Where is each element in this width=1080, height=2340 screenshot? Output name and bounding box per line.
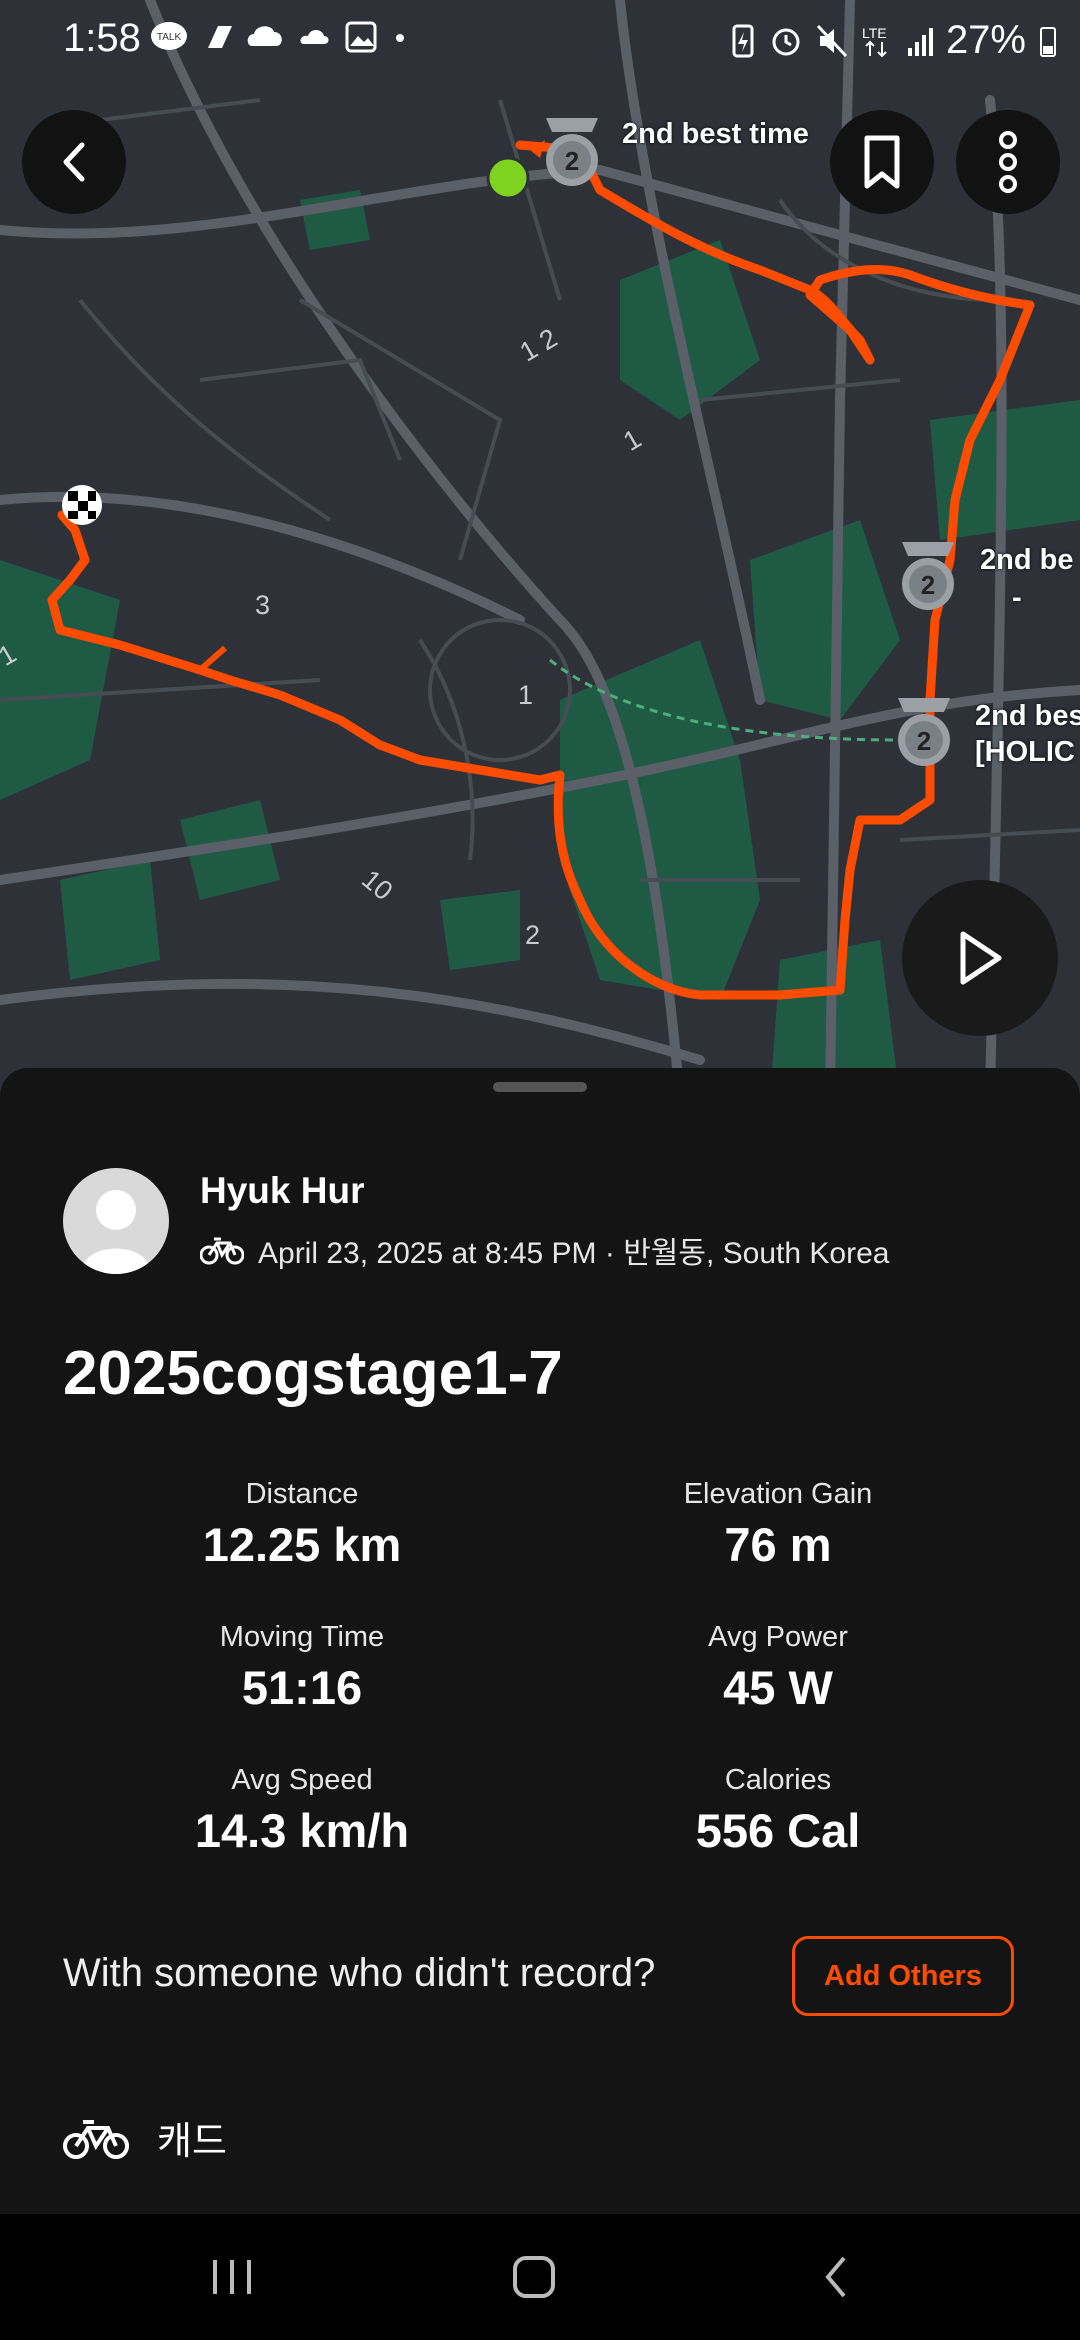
finish-marker[interactable] xyxy=(62,485,102,525)
add-others-button[interactable]: Add Others xyxy=(792,1936,1014,2016)
gear-row[interactable]: 캐드 xyxy=(63,2110,227,2165)
stat-value: 45 W xyxy=(723,1661,833,1714)
road-number: 3 xyxy=(255,590,271,620)
medal-icon[interactable]: 2 xyxy=(546,118,598,186)
more-vertical-icon xyxy=(999,131,1017,193)
battery-icon xyxy=(1040,26,1056,57)
stat-avg-power: Avg Power 45 W xyxy=(538,1621,1018,1715)
activity-date-location: April 23, 2025 at 8:45 PM · 반월동, South K… xyxy=(258,1237,890,1270)
bookmark-button[interactable] xyxy=(830,110,934,214)
with-others-prompt: With someone who didn't record? xyxy=(63,1951,656,1995)
stat-label: Distance xyxy=(245,1478,359,1510)
stat-distance: Distance 12.25 km xyxy=(62,1478,542,1572)
gear-name: 캐드 xyxy=(157,2121,227,2163)
avatar[interactable] xyxy=(63,1168,169,1274)
recents-button[interactable] xyxy=(192,2244,272,2310)
battery-percent: 27% xyxy=(945,18,1026,62)
svg-text:2: 2 xyxy=(565,146,579,176)
svg-text:2: 2 xyxy=(917,726,931,756)
home-icon xyxy=(513,2256,555,2298)
weather-icon xyxy=(300,30,329,44)
segment-label[interactable]: - xyxy=(1012,582,1022,615)
gallery-icon xyxy=(345,21,377,53)
svg-text:TALK: TALK xyxy=(157,32,182,43)
road-number: 2 xyxy=(525,920,541,950)
start-marker[interactable] xyxy=(486,156,530,200)
stat-moving-time: Moving Time 51:16 xyxy=(62,1621,542,1715)
system-nav-bar xyxy=(0,2214,1080,2340)
svg-text:LTE: LTE xyxy=(862,25,887,41)
status-right: LTE 27% xyxy=(728,18,1060,63)
bike-icon xyxy=(63,2119,129,2159)
segment-label[interactable]: 2nd best time xyxy=(622,118,809,151)
stat-value: 51:16 xyxy=(241,1661,363,1714)
play-icon xyxy=(960,931,1002,985)
segment-label[interactable]: [HOLIC xyxy=(975,736,1075,769)
activity-title: 2025cogstage1-7 xyxy=(63,1339,563,1408)
activity-meta: April 23, 2025 at 8:45 PM · 반월동, South K… xyxy=(200,1228,889,1272)
notification-icons: TALK xyxy=(150,18,410,56)
back-button[interactable] xyxy=(22,110,126,214)
status-bar: 1:58 TALK LTE 27% xyxy=(0,0,1080,84)
stat-value: 556 Cal xyxy=(695,1804,861,1857)
activity-sheet: Hyuk Hur April 23, 2025 at 8:45 PM · 반월동… xyxy=(0,1068,1080,2214)
stat-label: Calories xyxy=(724,1764,832,1796)
mute-icon xyxy=(816,24,848,57)
svg-text:2: 2 xyxy=(921,570,935,600)
stat-label: Moving Time xyxy=(219,1621,385,1653)
stat-label: Elevation Gain xyxy=(683,1478,873,1510)
stat-label: Avg Speed xyxy=(231,1764,373,1796)
stat-value: 14.3 km/h xyxy=(194,1804,410,1857)
bike-icon xyxy=(200,1237,244,1265)
athlete-name[interactable]: Hyuk Hur xyxy=(200,1170,364,1212)
recents-icon xyxy=(213,2260,251,2294)
kakaotalk-icon: TALK xyxy=(151,22,187,50)
stat-elevation-gain: Elevation Gain 76 m xyxy=(538,1478,1018,1572)
play-flyover-button[interactable] xyxy=(902,880,1058,1036)
segment-label[interactable]: 2nd bes xyxy=(975,700,1080,733)
stat-avg-speed: Avg Speed 14.3 km/h xyxy=(62,1764,542,1858)
avatar-placeholder-icon xyxy=(81,1190,151,1274)
back-arrow-icon xyxy=(63,142,85,182)
segment-label[interactable]: 2nd be xyxy=(980,544,1073,577)
stat-value: 12.25 km xyxy=(202,1518,402,1571)
cloud-icon xyxy=(247,26,282,46)
medal-icon[interactable]: 2 xyxy=(898,698,950,766)
sheet-drag-handle[interactable] xyxy=(493,1082,587,1092)
stat-label: Avg Power xyxy=(708,1621,848,1653)
home-button[interactable] xyxy=(494,2244,574,2310)
lte-icon: LTE xyxy=(862,25,887,57)
stat-value: 76 m xyxy=(724,1518,832,1571)
road-number: 1 xyxy=(518,680,534,710)
medal-icon[interactable]: 2 xyxy=(902,542,954,610)
bookmark-icon xyxy=(864,135,900,189)
status-time: 1:58 xyxy=(63,16,141,60)
dot-icon xyxy=(396,34,404,42)
signal-icon xyxy=(907,27,933,56)
more-button[interactable] xyxy=(956,110,1060,214)
system-back-icon xyxy=(825,2256,846,2298)
stat-calories: Calories 556 Cal xyxy=(538,1764,1018,1858)
battery-saver-icon xyxy=(732,24,754,57)
tag-icon xyxy=(208,26,232,48)
system-back-button[interactable] xyxy=(796,2244,876,2310)
alarm-icon xyxy=(772,28,800,55)
